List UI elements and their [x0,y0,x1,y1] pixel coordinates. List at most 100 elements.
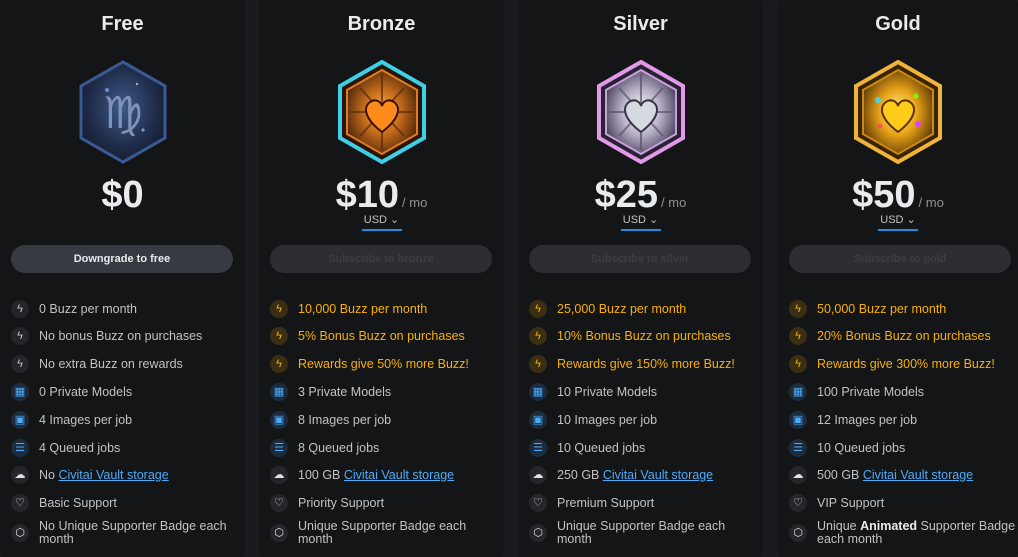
vault-storage-link[interactable]: Civitai Vault storage [344,468,454,482]
bolt-icon: ϟ [11,355,29,373]
feature-text: Rewards give 50% more Buzz! [298,356,469,371]
feature-text: Unique Supporter Badge each month [557,519,726,546]
free-tier-badge-icon: ♍ [79,60,166,164]
photo-ai-icon: ▣ [270,411,288,429]
list-icon: ☰ [789,439,807,457]
price-row: $10/ mo [259,174,504,217]
vault-storage-link[interactable]: Civitai Vault storage [863,468,973,482]
plan-title: Silver [613,13,668,35]
feature-buzz-month: ϟ 10,000 Buzz per month [270,296,498,322]
feature-text: Rewards give 300% more Buzz! [817,356,995,371]
plan-card-gold: Gold $50/ mo USD ⌄ Subscribe to gold ϟ 5… [778,0,1018,557]
subscribe-silver-button[interactable]: Subscribe to silver [529,245,751,273]
cloud-icon: ☁ [270,466,288,484]
feature-text: Unique Animated Supporter Badge each mon… [817,519,1016,546]
feature-text: 0 Buzz per month [39,301,137,316]
currency-select[interactable]: USD ⌄ [620,213,661,231]
feature-bonus: ϟ 5% Bonus Buzz on purchases [270,323,498,349]
vault-storage-link[interactable]: Civitai Vault storage [603,468,713,482]
feature-vault: ☁ 250 GB Civitai Vault storage [529,462,757,488]
feature-queue: ☰ 4 Queued jobs [11,435,239,461]
bolt-icon: ϟ [789,300,807,318]
price-period: / mo [661,195,687,210]
list-icon: ☰ [270,439,288,457]
vault-storage-link[interactable]: Civitai Vault storage [58,468,168,482]
feature-badge: ⬡ Unique Supporter Badge each month [529,520,757,546]
feature-text: 25,000 Buzz per month [557,301,687,316]
price-period: / mo [918,195,944,210]
feature-text: 4 Images per job [39,412,133,427]
feature-text: 8 Queued jobs [298,440,380,455]
feature-text: Unique Supporter Badge each month [298,519,467,546]
currency-select[interactable]: USD ⌄ [878,213,918,231]
feature-support: ♡ Basic Support [11,490,239,516]
feature-text: 10 Queued jobs [817,440,906,455]
feature-text: VIP Support [817,495,885,510]
hexagon-icon: ⬡ [529,524,547,542]
feature-bonus: ϟ 20% Bonus Buzz on purchases [789,323,1017,349]
feature-bonus: ϟ No bonus Buzz on purchases [11,323,239,349]
cloud-icon: ☁ [529,466,547,484]
plan-card-free: Free ♍ $0 Downgrade to free ϟ 0 Buzz per… [0,0,245,557]
pricing-plans: Free ♍ $0 Downgrade to free ϟ 0 Buzz per… [0,0,1018,557]
feature-text: No bonus Buzz on purchases [39,328,203,343]
feature-vault: ☁ 500 GB Civitai Vault storage [789,462,1017,488]
heart-handshake-icon: ♡ [789,494,807,512]
animated-label: Animated [860,519,918,533]
grid-icon: ▦ [270,383,288,401]
feature-text: 8 Images per job [298,412,392,427]
feature-text: 250 GB Civitai Vault storage [557,467,714,482]
feature-vault: ☁ No Civitai Vault storage [11,462,239,488]
photo-ai-icon: ▣ [11,411,29,429]
feature-text: 10 Images per job [557,412,658,427]
cloud-icon: ☁ [11,466,29,484]
downgrade-button[interactable]: Downgrade to free [11,245,233,273]
feature-text: 100 GB Civitai Vault storage [298,467,455,482]
feature-text: 4 Queued jobs [39,440,121,455]
feature-support: ♡ VIP Support [789,490,1017,516]
hexagon-icon: ⬡ [270,524,288,542]
feature-images: ▣ 4 Images per job [11,407,239,433]
heart-handshake-icon: ♡ [529,494,547,512]
photo-ai-icon: ▣ [529,411,547,429]
svg-text:♍: ♍ [103,88,142,139]
feature-text: 100 Private Models [817,384,925,399]
price: $25 [594,174,659,216]
price-row: $25/ mo [518,174,763,217]
bronze-tier-badge-icon [337,60,426,164]
price: $50 [852,174,916,216]
feature-text: 10% Bonus Buzz on purchases [557,328,731,343]
price-row: $0 [0,174,245,217]
heart-handshake-icon: ♡ [11,494,29,512]
feature-badge: ⬡ Unique Supporter Badge each month [270,520,498,546]
feature-text: Premium Support [557,495,655,510]
feature-models: ▦ 10 Private Models [529,379,757,405]
subscribe-gold-button[interactable]: Subscribe to gold [789,245,1011,273]
bolt-icon: ϟ [11,327,29,345]
feature-images: ▣ 10 Images per job [529,407,757,433]
feature-text: 20% Bonus Buzz on purchases [817,328,991,343]
feature-rewards: ϟ Rewards give 150% more Buzz! [529,351,757,377]
feature-text: Rewards give 150% more Buzz! [557,356,735,371]
plan-title: Bronze [347,13,416,35]
feature-text: 10 Private Models [557,384,658,399]
feature-text: 5% Bonus Buzz on purchases [298,328,465,343]
grid-icon: ▦ [11,383,29,401]
feature-buzz-month: ϟ 25,000 Buzz per month [529,296,757,322]
photo-ai-icon: ▣ [789,411,807,429]
feature-models: ▦ 3 Private Models [270,379,498,405]
feature-text: No extra Buzz on rewards [39,356,183,371]
feature-text: 3 Private Models [298,384,392,399]
feature-text: 10 Queued jobs [557,440,646,455]
feature-rewards: ϟ Rewards give 300% more Buzz! [789,351,1017,377]
feature-text: No Civitai Vault storage [39,467,169,482]
subscribe-bronze-button[interactable]: Subscribe to bronze [270,245,492,273]
feature-buzz-month: ϟ 50,000 Buzz per month [789,296,1017,322]
feature-queue: ☰ 10 Queued jobs [529,435,757,461]
bolt-icon: ϟ [529,327,547,345]
cloud-icon: ☁ [789,466,807,484]
currency-select[interactable]: USD ⌄ [361,213,402,231]
grid-icon: ▦ [529,383,547,401]
plan-card-silver: Silver $25/ mo USD ⌄ Subscribe to silver… [518,0,763,557]
feature-vault: ☁ 100 GB Civitai Vault storage [270,462,498,488]
